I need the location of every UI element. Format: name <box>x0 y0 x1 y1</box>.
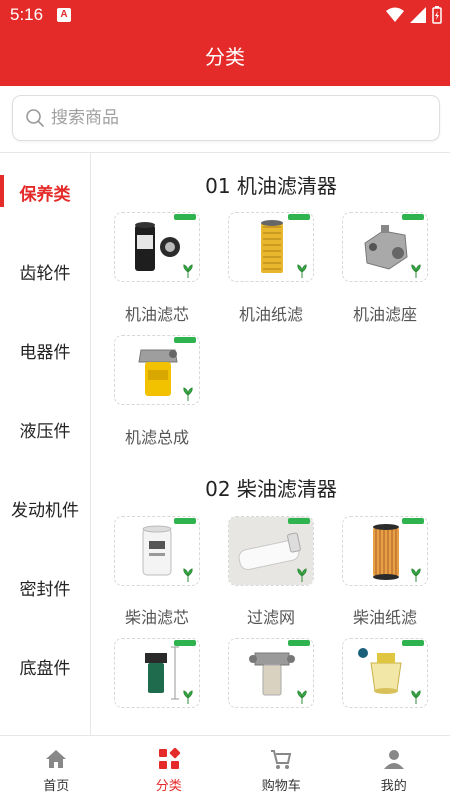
product-tile-oil-filter-cartridge[interactable] <box>114 212 200 282</box>
product-tile-filter-base[interactable] <box>342 212 428 282</box>
signal-icon <box>410 7 426 23</box>
cart-icon <box>271 750 292 769</box>
sidebar-item-label: 发动机件 <box>11 501 79 521</box>
status-bar: 5:16 A <box>0 0 450 32</box>
product-tile-transparent-filter-cup[interactable] <box>342 638 428 708</box>
tab-label: 我的 <box>380 779 407 794</box>
tab-label: 购物车 <box>261 779 301 794</box>
product-label[interactable]: 机油滤芯 <box>107 301 207 325</box>
product-label[interactable]: 过滤网 <box>221 604 321 628</box>
brand-tag <box>174 214 196 220</box>
status-time: 5:16 <box>10 5 44 24</box>
search-icon <box>26 109 44 127</box>
brand-tag <box>288 214 310 220</box>
battery-icon <box>432 6 442 24</box>
plant-icon <box>411 690 421 704</box>
brand-tag <box>402 640 424 646</box>
sidebar-item-engine[interactable]: 发动机件 <box>0 469 90 548</box>
sidebar-item-label: 保养类 <box>19 185 71 205</box>
product-tile-water-separator[interactable] <box>114 638 200 708</box>
product-label[interactable]: 机油纸滤 <box>221 301 321 325</box>
page-title: 分类 <box>0 32 450 86</box>
product-grid-area: 01 机油滤清器 机油滤芯 机油纸滤 机油滤座 机滤总成 02 柴油滤清器 柴油… <box>92 153 450 735</box>
plant-icon <box>297 690 307 704</box>
brand-tag <box>288 518 310 524</box>
plant-icon <box>411 568 421 582</box>
sidebar-item-label: 齿轮件 <box>19 264 71 284</box>
product-tile-paper-filter[interactable] <box>228 212 314 282</box>
user-icon <box>383 750 404 769</box>
product-label[interactable]: 柴油纸滤 <box>335 604 435 628</box>
category-icon <box>158 748 180 769</box>
tab-label: 首页 <box>43 779 70 794</box>
tab-category[interactable]: 分类 <box>113 736 226 800</box>
status-icons <box>386 6 442 24</box>
tab-profile[interactable]: 我的 <box>338 736 450 800</box>
product-label[interactable]: 柴油滤芯 <box>107 604 207 628</box>
plant-icon <box>183 690 193 704</box>
sidebar-item-electrical[interactable]: 电器件 <box>0 311 90 390</box>
sidebar-item-maintenance[interactable]: 保养类 <box>0 153 90 232</box>
sidebar-item-label: 电器件 <box>19 343 71 363</box>
product-tile-filter-housing-assembly[interactable] <box>228 638 314 708</box>
plant-icon <box>183 387 193 401</box>
bottom-tab-bar: 首页 分类 购物车 我的 <box>0 735 450 800</box>
product-label[interactable]: 机油滤座 <box>335 301 435 325</box>
plant-icon <box>183 568 193 582</box>
product-tile-filter-assembly[interactable] <box>114 335 200 405</box>
product-tile-diesel-paper-filter[interactable] <box>342 516 428 586</box>
sidebar-item-label: 密封件 <box>19 580 71 600</box>
brand-tag <box>288 640 310 646</box>
search-input[interactable] <box>51 108 411 128</box>
home-icon <box>46 750 67 768</box>
search-box[interactable] <box>12 95 440 141</box>
plant-icon <box>297 568 307 582</box>
tab-label: 分类 <box>155 779 182 794</box>
product-tile-filter-screen[interactable] <box>228 516 314 586</box>
app-notification-icon: A <box>57 8 71 22</box>
brand-tag <box>402 214 424 220</box>
tab-home[interactable]: 首页 <box>0 736 113 800</box>
brand-tag <box>174 337 196 343</box>
section-title: 01 机油滤清器 <box>205 174 337 198</box>
brand-tag <box>174 640 196 646</box>
plant-icon <box>297 264 307 278</box>
plant-icon <box>411 264 421 278</box>
brand-tag <box>402 518 424 524</box>
wifi-icon <box>386 7 404 22</box>
sidebar-item-label: 液压件 <box>19 422 71 442</box>
sidebar-item-hydraulic[interactable]: 液压件 <box>0 390 90 469</box>
category-sidebar: 保养类 齿轮件 电器件 液压件 发动机件 密封件 底盘件 <box>0 153 91 735</box>
product-tile-diesel-filter-cartridge[interactable] <box>114 516 200 586</box>
sidebar-item-chassis[interactable]: 底盘件 <box>0 627 90 706</box>
sidebar-item-seals[interactable]: 密封件 <box>0 548 90 627</box>
plant-icon <box>183 264 193 278</box>
sidebar-item-label: 底盘件 <box>19 659 71 679</box>
brand-tag <box>174 518 196 524</box>
tab-cart[interactable]: 购物车 <box>225 736 338 800</box>
sidebar-item-gears[interactable]: 齿轮件 <box>0 232 90 311</box>
section-title: 02 柴油滤清器 <box>205 477 337 501</box>
product-label[interactable]: 机滤总成 <box>107 424 207 448</box>
search-area <box>0 86 450 152</box>
